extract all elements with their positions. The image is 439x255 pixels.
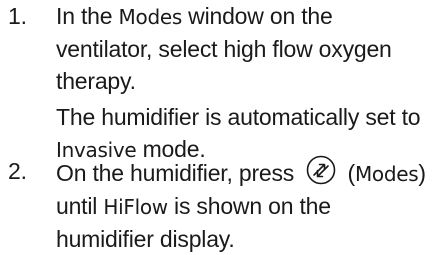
- step-text: until: [56, 193, 104, 219]
- modes-button-icon: [303, 155, 339, 185]
- step-body: On the humidifier, press (Modes) until H…: [56, 155, 434, 255]
- ui-term-hiflow: HiFlow: [103, 195, 168, 219]
- step-instruction: On the humidifier, press (Modes) until H…: [56, 155, 434, 255]
- paren: ): [418, 160, 426, 186]
- ui-term-modes: Modes: [118, 5, 183, 29]
- step-text: In the: [56, 3, 119, 29]
- step-instruction: In the Modes window on the ventilator, s…: [56, 0, 434, 97]
- step-body: In the Modes window on the ventilator, s…: [56, 0, 434, 166]
- ui-term-modes: Modes: [354, 162, 419, 186]
- note-text: The humidifier is automatically set to: [56, 104, 421, 130]
- step-number: 1.: [8, 3, 27, 29]
- step-text: On the humidifier, press: [56, 160, 301, 186]
- paren: (: [341, 160, 355, 186]
- step-number: 2.: [8, 158, 27, 184]
